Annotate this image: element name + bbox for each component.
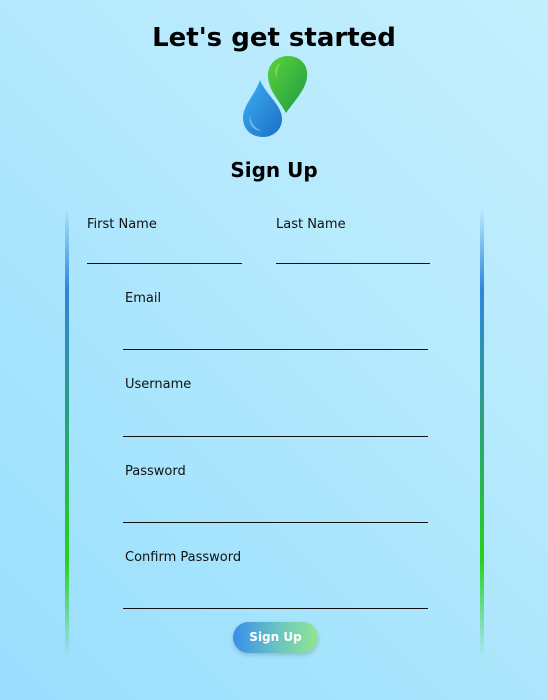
password-field[interactable]: [123, 499, 428, 523]
first-name-field[interactable]: [87, 240, 242, 264]
right-decorative-bar: [480, 208, 484, 658]
first-name-label: First Name: [87, 217, 157, 232]
email-field[interactable]: [123, 326, 428, 350]
left-decorative-bar: [65, 208, 69, 658]
form-heading: Sign Up: [230, 158, 318, 182]
confirm-password-label: Confirm Password: [125, 550, 242, 565]
confirm-password-field[interactable]: [123, 585, 428, 609]
water-drop-logo-icon: [236, 53, 312, 139]
username-label: Username: [125, 377, 192, 392]
email-label: Email: [125, 291, 162, 306]
page-title: Let's get started: [152, 23, 396, 53]
last-name-label: Last Name: [276, 217, 346, 232]
last-name-field[interactable]: [276, 240, 430, 264]
sign-up-button[interactable]: Sign Up: [233, 622, 318, 653]
username-field[interactable]: [123, 413, 428, 437]
password-label: Password: [125, 464, 186, 479]
